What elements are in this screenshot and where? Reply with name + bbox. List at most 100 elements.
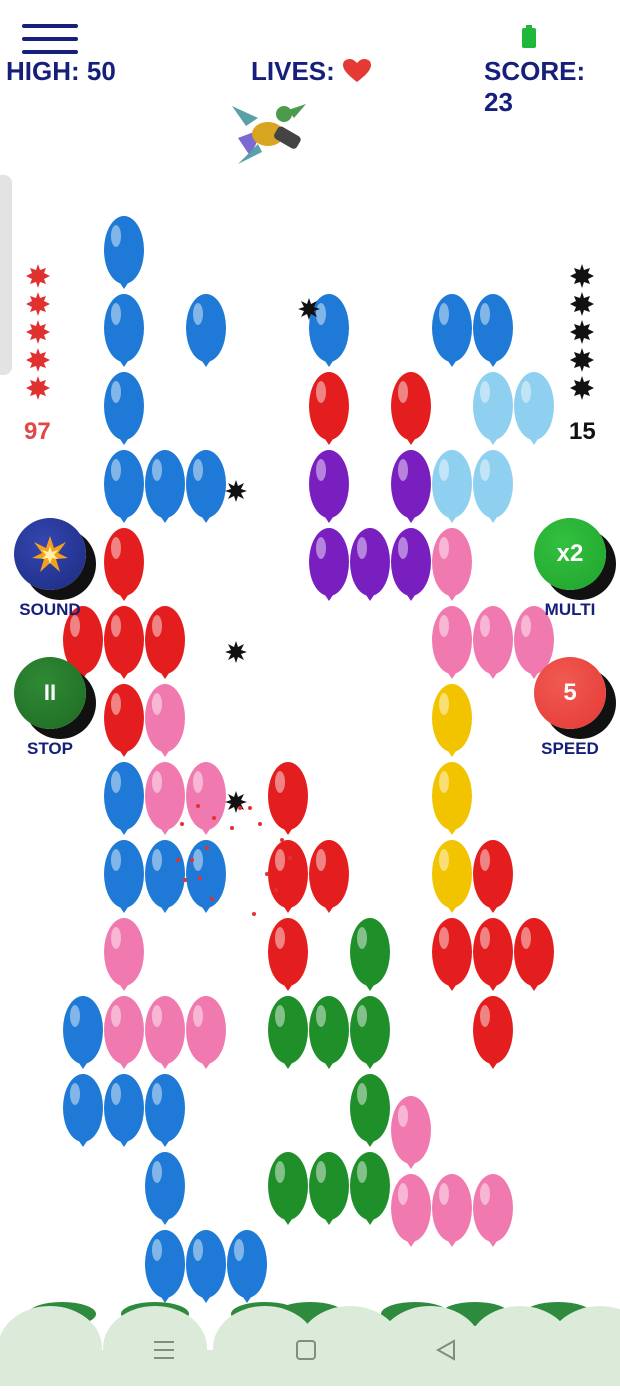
speed-button[interactable]: 5 <box>534 657 606 729</box>
balloon[interactable] <box>309 996 349 1070</box>
balloon[interactable] <box>432 606 472 680</box>
balloon[interactable] <box>432 528 472 602</box>
pop-particle <box>196 804 200 808</box>
pop-particle <box>252 912 256 916</box>
balloon[interactable] <box>104 372 144 446</box>
sound-button[interactable] <box>14 518 86 590</box>
multi-button[interactable]: x2 <box>534 518 606 590</box>
balloon[interactable] <box>473 996 513 1070</box>
pop-particle <box>180 822 184 826</box>
balloon[interactable] <box>104 606 144 680</box>
pop-particle <box>258 822 262 826</box>
balloon[interactable] <box>145 1152 185 1226</box>
balloon[interactable] <box>268 996 308 1070</box>
balloon[interactable] <box>104 996 144 1070</box>
home-icon[interactable] <box>286 1330 326 1370</box>
recents-icon[interactable] <box>144 1330 184 1370</box>
balloon[interactable] <box>350 1074 390 1148</box>
balloon[interactable] <box>350 996 390 1070</box>
balloon[interactable] <box>145 1074 185 1148</box>
balloon[interactable] <box>145 450 185 524</box>
pop-particle <box>238 806 242 810</box>
balloon[interactable] <box>309 840 349 914</box>
pop-particle <box>248 806 252 810</box>
balloon[interactable] <box>391 1096 431 1170</box>
balloon[interactable] <box>432 918 472 992</box>
speed-label: SPEED <box>541 739 599 758</box>
balloon[interactable] <box>268 918 308 992</box>
balloon[interactable] <box>186 996 226 1070</box>
balloon[interactable] <box>104 528 144 602</box>
balloon[interactable] <box>145 840 185 914</box>
balloon[interactable] <box>391 528 431 602</box>
balloon[interactable] <box>145 1230 185 1304</box>
balloon[interactable] <box>473 918 513 992</box>
balloon[interactable] <box>145 762 185 836</box>
balloon[interactable] <box>104 294 144 368</box>
balloon[interactable] <box>104 1074 144 1148</box>
balloon[interactable] <box>104 684 144 758</box>
balloon[interactable] <box>268 762 308 836</box>
balloon[interactable] <box>268 1152 308 1226</box>
balloon[interactable] <box>514 918 554 992</box>
balloon-field[interactable] <box>0 0 620 1386</box>
balloon[interactable] <box>104 918 144 992</box>
floating-mine-icon <box>224 640 248 664</box>
balloon[interactable] <box>350 528 390 602</box>
balloon[interactable] <box>391 372 431 446</box>
balloon[interactable] <box>63 1074 103 1148</box>
pop-particle <box>210 897 214 901</box>
balloon[interactable] <box>104 216 144 290</box>
pop-particle <box>212 816 216 820</box>
balloon[interactable] <box>104 840 144 914</box>
pop-particle <box>265 872 269 876</box>
balloon[interactable] <box>104 450 144 524</box>
pop-particle <box>183 878 187 882</box>
multi-label: MULTI <box>544 600 596 619</box>
balloon[interactable] <box>473 294 513 368</box>
balloon[interactable] <box>309 372 349 446</box>
speed-value: 5 <box>563 679 577 706</box>
back-icon[interactable] <box>426 1330 466 1370</box>
balloon[interactable] <box>186 294 226 368</box>
balloon[interactable] <box>432 840 472 914</box>
balloon[interactable] <box>268 840 308 914</box>
balloon[interactable] <box>473 372 513 446</box>
balloon[interactable] <box>309 528 349 602</box>
balloon[interactable] <box>309 450 349 524</box>
pop-particle <box>198 876 202 880</box>
balloon[interactable] <box>145 606 185 680</box>
balloon[interactable] <box>391 450 431 524</box>
balloon[interactable] <box>350 1152 390 1226</box>
balloon[interactable] <box>63 996 103 1070</box>
balloon[interactable] <box>145 684 185 758</box>
balloon[interactable] <box>186 1230 226 1304</box>
pop-particle <box>274 888 278 892</box>
balloon[interactable] <box>432 762 472 836</box>
balloon[interactable] <box>186 840 226 914</box>
balloon[interactable] <box>186 450 226 524</box>
balloon[interactable] <box>145 996 185 1070</box>
balloon[interactable] <box>432 684 472 758</box>
pop-particle <box>280 838 284 842</box>
balloon[interactable] <box>432 294 472 368</box>
balloon[interactable] <box>227 1230 267 1304</box>
balloon[interactable] <box>432 1174 472 1248</box>
balloon[interactable] <box>104 762 144 836</box>
stop-button[interactable]: II <box>14 657 86 729</box>
balloon[interactable] <box>186 762 226 836</box>
pop-particle <box>205 846 209 850</box>
floating-mine-icon <box>297 297 321 321</box>
balloon[interactable] <box>473 1174 513 1248</box>
balloon[interactable] <box>473 606 513 680</box>
balloon[interactable] <box>350 918 390 992</box>
balloon[interactable] <box>432 450 472 524</box>
pop-particle <box>176 858 180 862</box>
balloon[interactable] <box>391 1174 431 1248</box>
pop-particle <box>288 856 292 860</box>
balloon[interactable] <box>473 840 513 914</box>
pop-particle <box>230 826 234 830</box>
balloon[interactable] <box>514 372 554 446</box>
balloon[interactable] <box>309 1152 349 1226</box>
balloon[interactable] <box>473 450 513 524</box>
